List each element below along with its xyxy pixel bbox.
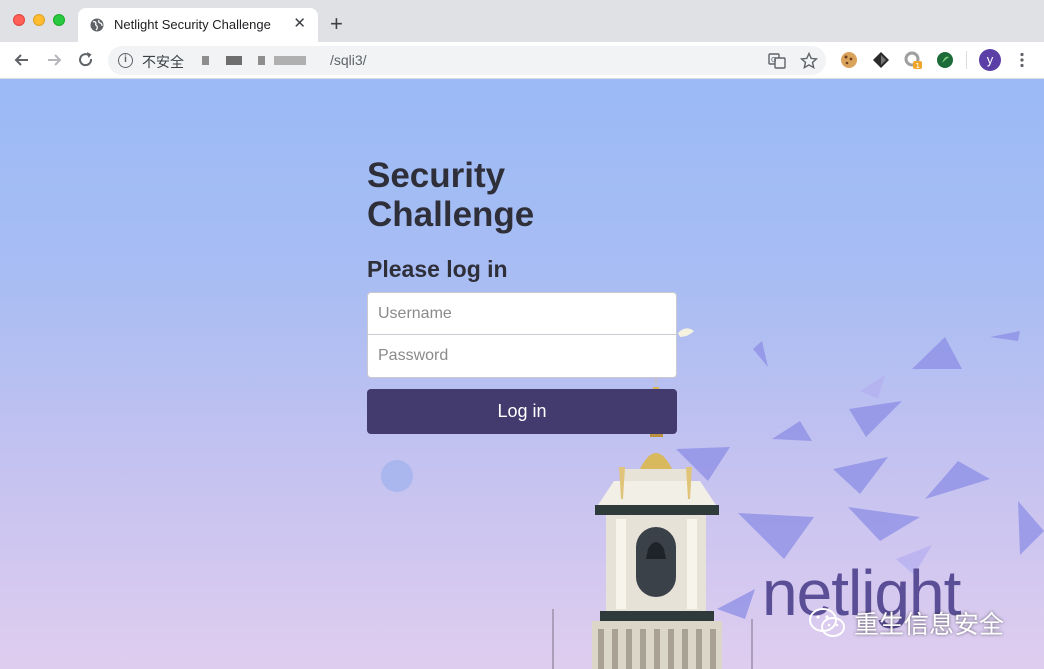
translate-icon[interactable]: G <box>768 52 786 70</box>
minimize-window-button[interactable] <box>33 14 45 26</box>
close-tab-icon[interactable]: ✕ <box>293 16 306 32</box>
info-icon[interactable]: i <box>118 53 133 68</box>
watermark: 重生信息安全 <box>808 606 1004 640</box>
browser-toolbar: i 不安全 /sqli3/ G 1 <box>0 42 1044 79</box>
url-redacted <box>202 56 209 65</box>
username-input[interactable] <box>367 292 677 335</box>
bookmark-star-icon[interactable] <box>800 52 818 70</box>
page-viewport: Security Challenge Please log in Log in … <box>0 79 1044 669</box>
tab-netlight[interactable]: Netlight Security Challenge ✕ <box>78 8 318 42</box>
maximize-window-button[interactable] <box>53 14 65 26</box>
wechat-icon <box>809 608 845 637</box>
url-redacted <box>258 56 265 65</box>
url-path: /sqli3/ <box>330 52 367 68</box>
toolbar-divider <box>966 51 967 69</box>
page-title: Security Challenge <box>367 156 535 234</box>
login-heading: Please log in <box>367 256 508 282</box>
forward-arrow-icon[interactable] <box>44 50 64 70</box>
cookie-extension-icon[interactable] <box>840 51 858 69</box>
svg-text:1: 1 <box>916 62 920 69</box>
password-input[interactable] <box>367 335 677 378</box>
shield-extension-icon[interactable] <box>936 51 954 69</box>
address-bar[interactable]: i 不安全 /sqli3/ G <box>108 46 826 75</box>
url-redacted <box>274 56 306 65</box>
window-titlebar: Netlight Security Challenge ✕ + <box>0 0 1044 42</box>
more-menu-icon[interactable] <box>1016 52 1028 68</box>
back-arrow-icon[interactable] <box>12 50 32 70</box>
badge-extension-icon[interactable]: 1 <box>904 51 922 69</box>
profile-avatar[interactable]: y <box>979 49 1001 71</box>
reload-icon[interactable] <box>76 50 96 70</box>
login-form: Security Challenge Please log in Log in <box>367 156 677 434</box>
watermark-text: 重生信息安全 <box>854 610 1005 639</box>
url-redacted <box>226 56 242 65</box>
new-tab-button[interactable]: + <box>330 13 343 35</box>
tab-title: Netlight Security Challenge <box>114 17 271 32</box>
security-label: 不安全 <box>142 54 184 70</box>
login-button[interactable]: Log in <box>367 389 677 434</box>
close-window-button[interactable] <box>13 14 25 26</box>
diamond-extension-icon[interactable] <box>872 51 890 69</box>
globe-icon <box>90 18 104 32</box>
svg-text:G: G <box>771 56 776 64</box>
